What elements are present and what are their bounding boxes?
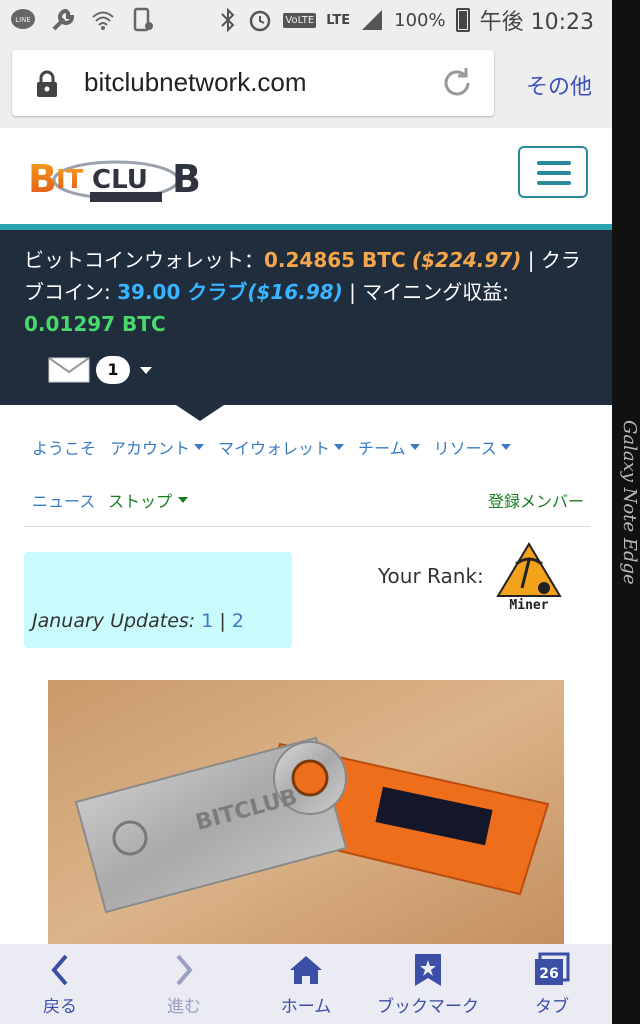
back-label: 戻る — [43, 997, 77, 1017]
btc-usd: ($224.97) — [411, 248, 522, 272]
mining-label: | マイニング収益: — [342, 280, 510, 304]
hardware-wallet-photo: BITCLUB — [48, 680, 564, 944]
svg-text:LINE: LINE — [15, 16, 31, 24]
bluetooth-icon — [221, 7, 235, 33]
nav-members[interactable]: 登録メンバー — [488, 488, 584, 512]
tabs-label: タブ — [535, 997, 569, 1017]
device-label: Galaxy Note Edge — [619, 420, 640, 585]
hamburger-bar — [537, 181, 571, 185]
svg-text:B: B — [28, 157, 57, 201]
bookmark-icon — [415, 954, 441, 986]
nav-label: マイウォレット — [218, 439, 331, 458]
hamburger-menu-button[interactable] — [518, 146, 588, 198]
chevron-down-icon — [178, 497, 189, 503]
wallet-label: ビットコインウォレット： — [24, 248, 264, 272]
nav-label: アカウント — [110, 439, 191, 458]
mail-count-badge: 1 — [96, 356, 130, 384]
wrench-icon — [52, 8, 75, 31]
mining-earnings: 0.01297 BTC — [24, 312, 166, 336]
svg-text:B: B — [172, 157, 201, 201]
main-nav: ようこそ アカウント マイウォレット チーム リソース — [32, 436, 592, 458]
updates-panel: January Updates: 1 | 2 — [24, 552, 292, 648]
status-icons-left: LINE — [10, 6, 156, 34]
network-type: LTE — [326, 12, 351, 28]
status-bar: LINE VoLTE LTE 100% 午後 10:23 — [0, 0, 612, 40]
chevron-right-icon — [176, 954, 193, 986]
battery-icon — [455, 8, 470, 32]
banner-pointer — [176, 405, 224, 421]
rank-label: Your Rank: — [378, 564, 484, 588]
tabs-icon: 26 — [535, 952, 570, 985]
chevron-down-icon — [409, 444, 420, 450]
nav-label: チーム — [358, 439, 406, 458]
update-link-2[interactable]: 2 — [232, 610, 244, 632]
reload-icon[interactable] — [438, 64, 476, 102]
nav-label: ストップ — [108, 492, 173, 511]
miner-rank-badge: Miner — [496, 542, 562, 612]
forward-button[interactable]: 進む — [146, 944, 222, 1024]
chevron-down-icon — [194, 444, 205, 450]
nav-my-wallet[interactable]: マイウォレット — [218, 435, 345, 459]
hamburger-bar — [537, 171, 571, 175]
home-icon — [290, 956, 322, 984]
sub-nav: ニュース ストップ 登録メンバー — [32, 488, 584, 512]
wallet-banner: ビットコインウォレット：0.24865 BTC ($224.97) | クラブコ… — [0, 230, 612, 405]
nav-news[interactable]: ニュース — [32, 488, 95, 512]
club-usd: ($16.98) — [247, 280, 343, 304]
device-settings-icon — [133, 7, 153, 32]
status-icons-right: VoLTE LTE 100% 午後 10:23 — [219, 6, 594, 35]
nav-resources[interactable]: リソース — [434, 435, 511, 459]
mail-icon — [48, 357, 90, 383]
updates-label: January Updates: — [32, 610, 196, 632]
nav-welcome[interactable]: ようこそ — [32, 435, 96, 459]
forward-label: 進む — [167, 997, 201, 1017]
bookmarks-label: ブックマーク — [377, 997, 479, 1017]
update-link-1[interactable]: 1 — [201, 610, 213, 632]
updates-text: January Updates: 1 | 2 — [32, 610, 244, 632]
tabs-button[interactable]: 26 タブ — [514, 944, 590, 1024]
mail-dropdown[interactable]: 1 — [48, 356, 152, 384]
bitclub-logo[interactable]: B IT CLU B — [26, 150, 206, 206]
chevron-down-icon — [334, 444, 345, 450]
volte-badge: VoLTE — [283, 12, 317, 28]
signal-icon — [362, 10, 383, 30]
nav-team[interactable]: チーム — [358, 435, 420, 459]
more-menu-button[interactable]: その他 — [526, 69, 592, 101]
line-app-icon: LINE — [11, 9, 35, 29]
browser-bottom-nav: 戻る 進む ホーム ブックマーク 26 タブ — [0, 944, 612, 1024]
chevron-down-icon — [500, 444, 511, 450]
nav-divider — [24, 526, 590, 527]
wallet-summary: ビットコインウォレット：0.24865 BTC ($224.97) | クラブコ… — [24, 244, 594, 340]
nav-label: ようこそ — [32, 439, 97, 458]
club-balance: 39.00 クラブ — [117, 280, 248, 304]
svg-text:IT: IT — [56, 165, 84, 195]
nav-label: リソース — [433, 439, 497, 458]
tab-count: 26 — [539, 966, 558, 982]
home-label: ホーム — [280, 997, 332, 1017]
site-header: B IT CLU B — [0, 128, 612, 224]
btc-balance: 0.24865 BTC — [264, 248, 406, 272]
hamburger-bar — [537, 161, 571, 165]
rank-badge-text: Miner — [509, 598, 548, 612]
nav-stop[interactable]: ストップ — [108, 488, 189, 512]
clock: 午後 10:23 — [479, 10, 594, 35]
lock-icon — [37, 70, 57, 97]
url-bar[interactable]: bitclubnetwork.com — [12, 50, 494, 116]
wifi-icon — [92, 11, 114, 30]
svg-text:CLU: CLU — [92, 165, 148, 195]
bookmarks-button[interactable]: ブックマーク — [368, 944, 488, 1024]
chevron-left-icon — [51, 954, 68, 986]
nav-account[interactable]: アカウント — [110, 435, 205, 459]
battery-percent: 100% — [394, 9, 446, 31]
alarm-icon — [250, 10, 271, 32]
web-page: B IT CLU B ビットコインウォレット：0.24865 BTC ($224… — [0, 128, 612, 944]
updates-separator: | — [219, 610, 226, 632]
back-button[interactable]: 戻る — [22, 944, 98, 1024]
home-button[interactable]: ホーム — [262, 944, 350, 1024]
browser-toolbar: bitclubnetwork.com その他 — [0, 40, 612, 128]
url-text: bitclubnetwork.com — [84, 67, 307, 97]
chevron-down-icon — [140, 366, 152, 374]
